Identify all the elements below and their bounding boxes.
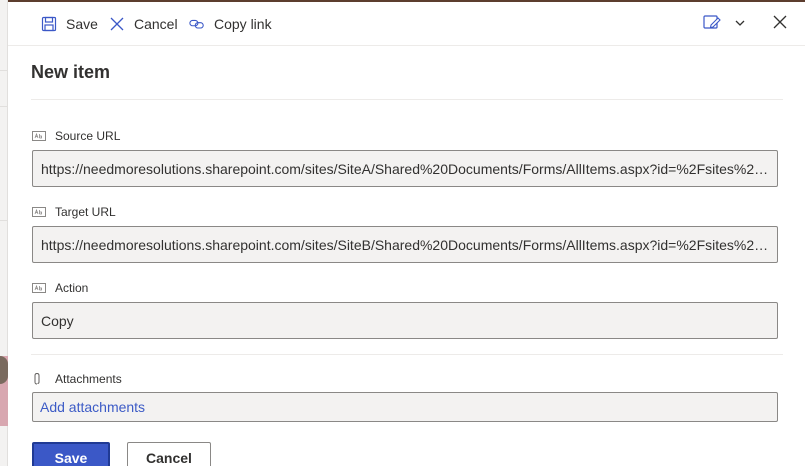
text-field-icon — [32, 131, 46, 141]
field-label-text: Attachments — [55, 372, 122, 386]
save-button[interactable]: Save — [32, 442, 110, 466]
action-value: Copy — [41, 312, 74, 329]
section-divider — [31, 354, 783, 355]
field-label-source-url: Source URL — [32, 129, 120, 143]
add-attachments-link[interactable]: Add attachments — [40, 399, 145, 415]
action-input[interactable]: Copy — [32, 302, 778, 339]
title-divider — [31, 99, 783, 100]
field-label-target-url: Target URL — [32, 205, 116, 219]
source-url-value: https://needmoresolutions.sharepoint.com… — [41, 160, 769, 177]
background-avatar-hair — [0, 356, 8, 384]
attachments-box: Add attachments — [32, 392, 778, 422]
toolbar-cancel-button[interactable]: Cancel — [109, 13, 178, 35]
panel-tools — [701, 13, 791, 35]
close-icon — [773, 15, 787, 34]
chevron-down-icon — [734, 15, 746, 33]
target-url-value: https://needmoresolutions.sharepoint.com… — [41, 236, 769, 253]
link-icon — [189, 16, 205, 32]
cancel-button[interactable]: Cancel — [127, 442, 211, 466]
paperclip-icon — [32, 372, 46, 385]
background-page-strip — [0, 0, 8, 466]
background-divider — [0, 106, 8, 107]
edit-form-button[interactable] — [701, 13, 723, 35]
field-label-attachments: Attachments — [32, 372, 122, 386]
field-label-text: Source URL — [55, 129, 121, 143]
background-divider — [0, 220, 8, 221]
toolbar-copy-link-button[interactable]: Copy link — [189, 13, 272, 35]
text-field-icon — [32, 207, 46, 217]
close-panel-button[interactable] — [769, 13, 791, 35]
close-x-icon — [109, 16, 125, 32]
toolbar-cancel-label: Cancel — [134, 16, 178, 32]
toolbar-copy-link-label: Copy link — [214, 16, 272, 32]
form-options-dropdown[interactable] — [729, 13, 751, 35]
source-url-input[interactable]: https://needmoresolutions.sharepoint.com… — [32, 150, 778, 187]
edit-form-icon — [703, 14, 721, 35]
command-bar: Save Cancel Copy link — [8, 2, 805, 46]
field-label-action: Action — [32, 281, 88, 295]
toolbar-save-label: Save — [66, 16, 98, 32]
new-item-panel: Save Cancel Copy link New item Source UR… — [8, 2, 805, 466]
form-title: New item — [31, 62, 111, 82]
background-divider — [0, 70, 8, 71]
field-label-text: Action — [55, 281, 89, 295]
field-label-text: Target URL — [55, 205, 116, 219]
toolbar-save-button[interactable]: Save — [41, 13, 98, 35]
save-icon — [41, 16, 57, 32]
text-field-icon — [32, 283, 46, 293]
target-url-input[interactable]: https://needmoresolutions.sharepoint.com… — [32, 226, 778, 263]
